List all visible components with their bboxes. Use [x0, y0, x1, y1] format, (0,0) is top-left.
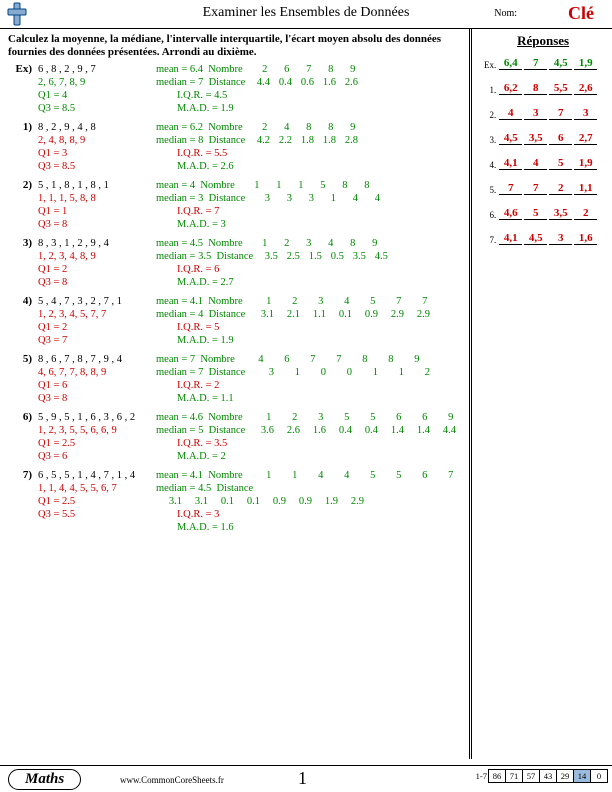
answer-row: 2. 4373 — [480, 107, 606, 120]
score-scale: 1-7 8671574329140 — [476, 769, 608, 783]
answers-title: Réponses — [480, 33, 606, 49]
problem-number: 6) — [8, 411, 38, 463]
answer-row: 6. 4,653,52 — [480, 207, 606, 220]
problem-row: 3) 8 , 3 , 1 , 2 , 9 , 4 1, 2, 3, 4, 8, … — [8, 237, 461, 289]
problem-number: 1) — [8, 121, 38, 173]
problem-number: 5) — [8, 353, 38, 405]
cross-icon — [6, 1, 28, 30]
problem-row: 6) 5 , 9 , 5 , 1 , 6 , 3 , 6 , 2 1, 2, 3… — [8, 411, 461, 463]
scale-cell: 86 — [488, 769, 506, 783]
scale-cell: 71 — [505, 769, 523, 783]
problem-row: 7) 6 , 5 , 5 , 1 , 4 , 7 , 1 , 4 1, 1, 4… — [8, 469, 461, 534]
page-number: 1 — [298, 768, 307, 789]
scale-cell: 57 — [522, 769, 540, 783]
problem-number: 3) — [8, 237, 38, 289]
problem-number: 2) — [8, 179, 38, 231]
problem-data: 5 , 9 , 5 , 1 , 6 , 3 , 6 , 2 1, 2, 3, 5… — [38, 411, 156, 463]
answer-row: 3. 4,53,562,7 — [480, 132, 606, 145]
scale-cell: 29 — [556, 769, 574, 783]
problem-data: 6 , 5 , 5 , 1 , 4 , 7 , 1 , 4 1, 1, 4, 4… — [38, 469, 156, 534]
problem-number: 4) — [8, 295, 38, 347]
answer-row: 5. 7721,1 — [480, 182, 606, 195]
problem-stats: mean = 6.2 Nombre 24889 median = 8 Dista… — [156, 121, 461, 173]
problems-container: Ex) 6 , 8 , 2 , 9 , 7 2, 6, 7, 8, 9 Q1 =… — [8, 63, 461, 534]
scale-cell: 43 — [539, 769, 557, 783]
answer-row: Ex. 6,474,51,9 — [480, 57, 606, 70]
answer-row: 7. 4,14,531,6 — [480, 232, 606, 245]
answer-row: 4. 4,1451,9 — [480, 157, 606, 170]
problem-stats: mean = 4 Nombre 111588 median = 3 Distan… — [156, 179, 461, 231]
answers-body: Ex. 6,474,51,9 1. 6,285,52,6 2. 4373 3. … — [480, 57, 606, 245]
answer-row: 1. 6,285,52,6 — [480, 82, 606, 95]
name-label: Nom: — [494, 8, 517, 19]
problem-row: 2) 5 , 1 , 8 , 1 , 8 , 1 1, 1, 1, 5, 8, … — [8, 179, 461, 231]
problem-row: 4) 5 , 4 , 7 , 3 , 2 , 7 , 1 1, 2, 3, 4,… — [8, 295, 461, 347]
scale-cell: 0 — [590, 769, 608, 783]
problem-stats: mean = 4.6 Nombre 12355669 median = 5 Di… — [156, 411, 461, 463]
problem-data: 8 , 6 , 7 , 8 , 7 , 9 , 4 4, 6, 7, 7, 8,… — [38, 353, 156, 405]
problem-data: 5 , 4 , 7 , 3 , 2 , 7 , 1 1, 2, 3, 4, 5,… — [38, 295, 156, 347]
problem-stats: mean = 4.1 Nombre 1234577 median = 4 Dis… — [156, 295, 461, 347]
answer-key-label: Clé — [568, 3, 594, 24]
problem-stats: mean = 7 Nombre 4677889 median = 7 Dista… — [156, 353, 461, 405]
instructions: Calculez la moyenne, la médiane, l'inter… — [8, 33, 461, 59]
problem-stats: mean = 6.4 Nombre 26789 median = 7 Dista… — [156, 63, 461, 115]
footer-url: www.CommonCoreSheets.fr — [120, 775, 224, 785]
problem-data: 6 , 8 , 2 , 9 , 7 2, 6, 7, 8, 9 Q1 = 4 Q… — [38, 63, 156, 115]
subject-badge: Maths — [8, 769, 81, 790]
page-title: Examiner les Ensembles de Données — [0, 0, 612, 21]
problem-row: 1) 8 , 2 , 9 , 4 , 8 2, 4, 8, 8, 9 Q1 = … — [8, 121, 461, 173]
problem-stats: mean = 4.1 Nombre 11445567 median = 4.5 … — [156, 469, 461, 534]
problem-data: 8 , 3 , 1 , 2 , 9 , 4 1, 2, 3, 4, 8, 9 Q… — [38, 237, 156, 289]
problem-number: 7) — [8, 469, 38, 534]
problem-row: 5) 8 , 6 , 7 , 8 , 7 , 9 , 4 4, 6, 7, 7,… — [8, 353, 461, 405]
scale-cell: 14 — [573, 769, 591, 783]
problem-data: 5 , 1 , 8 , 1 , 8 , 1 1, 1, 1, 5, 8, 8 Q… — [38, 179, 156, 231]
problem-row: Ex) 6 , 8 , 2 , 9 , 7 2, 6, 7, 8, 9 Q1 =… — [8, 63, 461, 115]
problem-number: Ex) — [8, 63, 38, 115]
problem-stats: mean = 4.5 Nombre 123489 median = 3.5 Di… — [156, 237, 461, 289]
problem-data: 8 , 2 , 9 , 4 , 8 2, 4, 8, 8, 9 Q1 = 3 Q… — [38, 121, 156, 173]
